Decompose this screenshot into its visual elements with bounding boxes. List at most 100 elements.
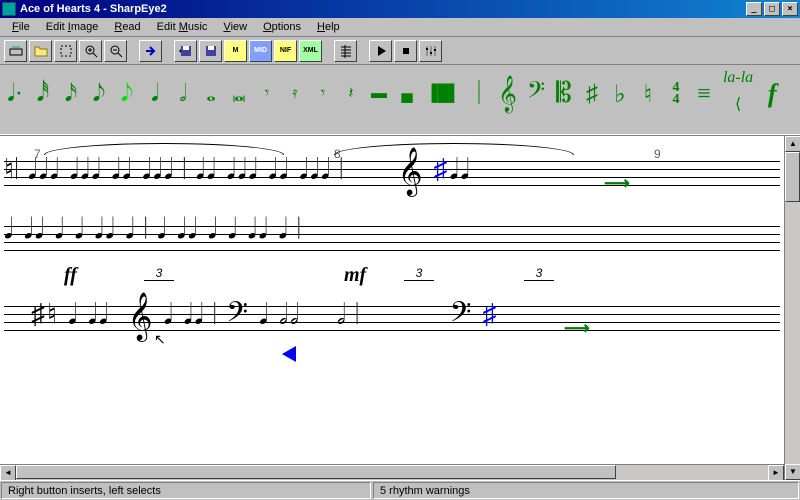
lyrics-tool[interactable]: la-la	[723, 69, 753, 87]
menu-edit-music[interactable]: Edit Music	[149, 19, 216, 35]
status-bar: Right button inserts, left selects 5 rhy…	[0, 480, 800, 500]
scroll-thumb[interactable]	[16, 465, 616, 479]
quarter-rest-icon[interactable]: 𝄽	[342, 79, 360, 109]
export-xml-button[interactable]: XML	[299, 40, 322, 62]
scroll-up-button[interactable]: ▲	[785, 136, 800, 152]
slur-icon	[44, 143, 284, 155]
menu-options[interactable]: Options	[255, 19, 309, 35]
scroll-track[interactable]	[616, 465, 768, 480]
eighth-rest-icon[interactable]: 𝄾	[314, 79, 332, 109]
menu-read[interactable]: Read	[106, 19, 148, 35]
vertical-scrollbar[interactable]: ▲ ▼	[784, 136, 800, 480]
half-note-icon[interactable]: 𝅗𝅥	[174, 79, 192, 109]
folder-open-icon	[33, 43, 49, 59]
play-button[interactable]	[369, 40, 392, 62]
export-nif-button[interactable]: NIF	[274, 40, 297, 62]
window-title: Ace of Hearts 4 - SharpEye2	[20, 3, 744, 15]
sixteenth-rest-icon[interactable]: 𝄿	[286, 79, 304, 109]
slur-icon	[334, 143, 574, 155]
half-rest-icon[interactable]: ▬	[370, 79, 388, 109]
open-button[interactable]	[29, 40, 52, 62]
staff-system-2: ♯♮ 𝅘𝅥 𝅘𝅥𝅘𝅥 𝄞 𝅘𝅥 𝅘𝅥𝅘𝅥 𝄀 𝄢 𝅘𝅥 𝅗𝅥𝅗𝅥 𝅗𝅥 𝄀 𝄢 …	[4, 306, 780, 346]
menu-bar: File Edit Image Read Edit Music View Opt…	[0, 18, 800, 37]
maximize-button[interactable]: □	[764, 2, 780, 16]
dynamic-mf: mf	[344, 264, 366, 287]
menu-help[interactable]: Help	[309, 19, 348, 35]
tremolo-icon[interactable]: ≡	[695, 79, 713, 109]
measure-number: 9	[654, 147, 661, 161]
read-button[interactable]	[139, 40, 162, 62]
stop-icon	[398, 43, 414, 59]
notes-row: ♮𝄀 𝅘𝅥𝅘𝅥𝅘𝅥 𝅘𝅥𝅘𝅥𝅘𝅥 𝅘𝅥𝅘𝅥 𝅘𝅥𝅘𝅥𝅘𝅥 𝄀 𝅘𝅥𝅘𝅥 𝅘𝅥𝅘𝅥…	[4, 151, 471, 193]
staff-system-1: 7 8 9 ♮𝄀 𝅘𝅥𝅘𝅥𝅘𝅥 𝅘𝅥𝅘𝅥𝅘𝅥 𝅘𝅥𝅘𝅥 𝅘𝅥𝅘𝅥𝅘𝅥 𝄀 𝅘𝅥𝅘…	[4, 161, 780, 266]
scroll-track[interactable]	[785, 202, 800, 464]
zoom-in-button[interactable]	[79, 40, 102, 62]
save-button[interactable]	[199, 40, 222, 62]
horizontal-scrollbar[interactable]: ◄ ►	[0, 464, 784, 480]
bass-clef-icon[interactable]: 𝄢	[527, 79, 545, 109]
double-whole-icon[interactable]: 𝅜	[230, 79, 248, 109]
zoom-out-icon	[108, 43, 124, 59]
notes-row: ♯♮ 𝅘𝅥 𝅘𝅥𝅘𝅥 𝄞 𝅘𝅥 𝅘𝅥𝅘𝅥 𝄀 𝄢 𝅘𝅥 𝅗𝅥𝅗𝅥 𝅗𝅥 𝄀 𝄢 …	[4, 296, 498, 338]
crop-button[interactable]	[54, 40, 77, 62]
zoom-out-button[interactable]	[104, 40, 127, 62]
eighth-note-icon[interactable]: 𝅘𝅥𝅮	[90, 79, 108, 109]
app-icon	[2, 2, 16, 16]
dynamic-ff: ff	[64, 264, 77, 287]
arrow-right-icon	[143, 43, 159, 59]
staff-lines-icon	[338, 43, 354, 59]
continuation-arrow-icon: ⟶	[604, 173, 630, 194]
menu-edit-image[interactable]: Edit Image	[38, 19, 107, 35]
continuation-arrow-icon: ⟶	[564, 318, 590, 339]
stop-button[interactable]	[394, 40, 417, 62]
treble-clef-icon[interactable]: 𝄞	[498, 79, 517, 109]
status-warnings: 5 rhythm warnings	[373, 482, 799, 499]
quarter-note-icon[interactable]: 𝅘𝅥	[146, 79, 164, 109]
floppy-arrow-icon	[178, 43, 194, 59]
export-m-button[interactable]: M	[224, 40, 247, 62]
scan-button[interactable]	[4, 40, 27, 62]
status-hint: Right button inserts, left selects	[1, 482, 371, 499]
eighth-note-selected-icon[interactable]: 𝅘𝅥𝅮	[118, 79, 136, 109]
score-content[interactable]: 7 8 9 ♮𝄀 𝅘𝅥𝅘𝅥𝅘𝅥 𝅘𝅥𝅘𝅥𝅘𝅥 𝅘𝅥𝅘𝅥 𝅘𝅥𝅘𝅥𝅘𝅥 𝄀 𝅘𝅥𝅘…	[0, 136, 784, 464]
dotted-note-icon[interactable]: 𝅘𝅥·	[6, 79, 24, 109]
sharp-icon[interactable]: ♯	[583, 79, 601, 109]
staff-bass-1: 𝅘𝅥 𝅘𝅥𝅘𝅥 𝅘𝅥 𝅘𝅥 𝅘𝅥𝅘𝅥 𝅘𝅥 𝄀 𝅘𝅥 𝅘𝅥𝅘𝅥 𝅘𝅥 𝅘𝅥 𝅘𝅥…	[4, 226, 780, 266]
natural-icon[interactable]: ♮	[639, 79, 657, 109]
playback-cursor-icon	[282, 346, 296, 362]
title-bar: Ace of Hearts 4 - SharpEye2 _ □ ×	[0, 0, 800, 18]
scroll-right-button[interactable]: ►	[768, 465, 784, 480]
staff-treble-1: 7 8 9 ♮𝄀 𝅘𝅥𝅘𝅥𝅘𝅥 𝅘𝅥𝅘𝅥𝅘𝅥 𝅘𝅥𝅘𝅥 𝅘𝅥𝅘𝅥𝅘𝅥 𝄀 𝅘𝅥𝅘…	[4, 161, 780, 201]
forte-icon[interactable]: f	[763, 79, 781, 109]
crescendo-icon[interactable]: ⟨	[723, 89, 753, 119]
scroll-left-button[interactable]: ◄	[0, 465, 16, 480]
close-button[interactable]: ×	[782, 2, 798, 16]
whole-note-icon[interactable]: 𝅝	[202, 79, 220, 109]
flat-icon[interactable]: ♭	[611, 79, 629, 109]
timesig-icon[interactable]: 4 4	[667, 79, 685, 109]
tuplet-bracket: 3	[144, 266, 174, 281]
menu-view[interactable]: View	[215, 19, 255, 35]
alto-clef-icon[interactable]: 𝄡	[555, 79, 573, 109]
mixer-button[interactable]	[419, 40, 442, 62]
toolbar: M MID NIF XML	[0, 37, 800, 65]
scroll-thumb[interactable]	[785, 152, 800, 202]
tuplet-bracket: 3	[524, 266, 554, 281]
score-area: 7 8 9 ♮𝄀 𝅘𝅥𝅘𝅥𝅘𝅥 𝅘𝅥𝅘𝅥𝅘𝅥 𝅘𝅥𝅘𝅥 𝅘𝅥𝅘𝅥𝅘𝅥 𝄀 𝅘𝅥𝅘…	[0, 135, 800, 480]
sliders-icon	[423, 43, 439, 59]
barline-icon[interactable]: 𝄀	[470, 79, 488, 109]
whole-rest-icon[interactable]: ▄	[398, 79, 416, 109]
menu-file[interactable]: File	[4, 19, 38, 35]
export-mid-button[interactable]: MID	[249, 40, 272, 62]
thirtysecond-note-icon[interactable]: 𝅘𝅥𝅰	[34, 79, 52, 109]
multi-rest-icon[interactable]: ▐█▌	[426, 79, 460, 109]
sixteenth-note-icon[interactable]: 𝅘𝅥𝅯	[62, 79, 80, 109]
thirtysecond-rest-icon[interactable]: 𝄾	[258, 79, 276, 109]
play-icon	[373, 43, 389, 59]
staff-tool-button[interactable]	[334, 40, 357, 62]
save-music-button[interactable]	[174, 40, 197, 62]
scroll-down-button[interactable]: ▼	[785, 464, 800, 480]
tuplet-bracket: 3	[404, 266, 434, 281]
timesig-bottom: 4	[672, 94, 679, 106]
minimize-button[interactable]: _	[746, 2, 762, 16]
